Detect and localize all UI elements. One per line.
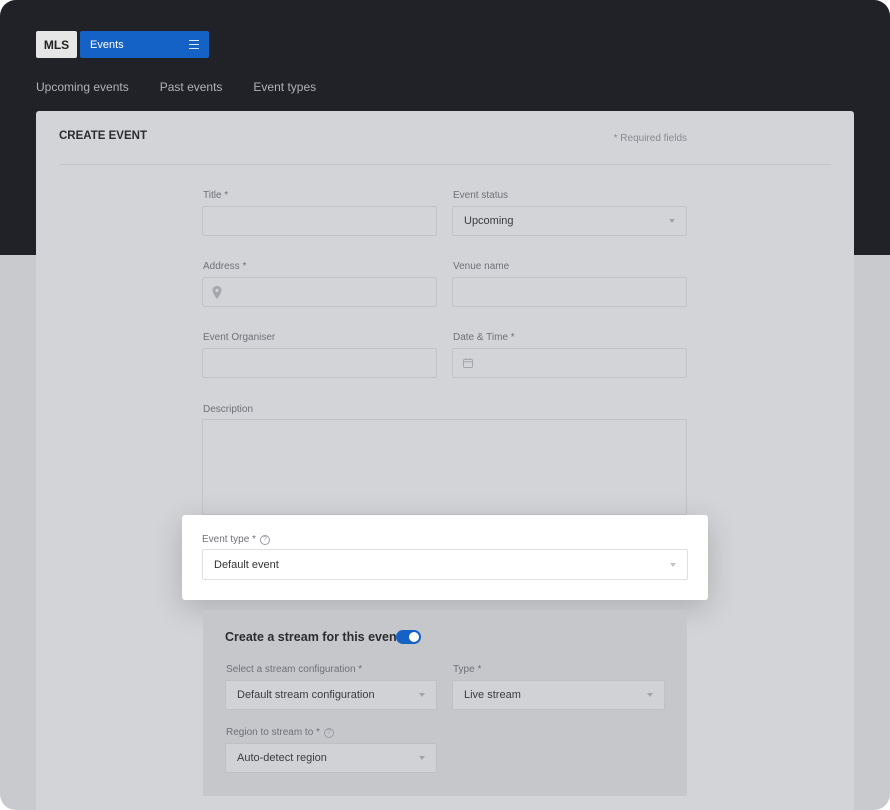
stream-toggle[interactable]: [396, 630, 421, 644]
event-type-select[interactable]: Default event: [202, 549, 688, 580]
stream-type-value: Live stream: [464, 689, 521, 701]
stream-config-select[interactable]: Default stream configuration: [225, 680, 437, 710]
stream-type-select[interactable]: Live stream: [452, 680, 665, 710]
event-status-label: Event status: [453, 190, 509, 201]
event-type-label-row: Event type * ?: [202, 534, 270, 545]
region-value: Auto-detect region: [237, 752, 327, 764]
address-input[interactable]: [202, 277, 437, 307]
help-circle-icon[interactable]: ?: [259, 534, 270, 545]
stream-config-label: Select a stream configuration *: [226, 664, 363, 675]
date-time-label: Date & Time *: [453, 332, 515, 343]
required-fields-note: * Required fields: [613, 133, 687, 144]
event-type-label: Event type *: [202, 534, 256, 545]
page-title: CREATE EVENT: [59, 130, 147, 142]
event-nav: Upcoming events Past events Event types: [36, 80, 316, 94]
title-input[interactable]: [202, 206, 437, 236]
event-status-select[interactable]: Upcoming: [452, 206, 687, 236]
chevron-down-icon: [419, 756, 425, 760]
organiser-input[interactable]: [202, 348, 437, 378]
description-textarea[interactable]: [202, 419, 687, 515]
description-label: Description: [203, 404, 254, 415]
region-select[interactable]: Auto-detect region: [225, 743, 437, 773]
events-section-button[interactable]: Events: [80, 31, 209, 58]
app-frame: MLS Events Upcoming events Past events E…: [0, 0, 890, 810]
title-label: Title *: [203, 190, 229, 201]
organiser-label: Event Organiser: [203, 332, 276, 343]
stream-type-label: Type *: [453, 664, 482, 675]
region-label: Region to stream to *: [226, 727, 320, 738]
divider: [59, 164, 831, 165]
map-pin-icon: [212, 286, 222, 299]
calendar-icon: [463, 358, 473, 368]
event-type-highlight: Event type * ? Default event: [182, 515, 708, 600]
help-circle-icon[interactable]: ?: [323, 727, 334, 738]
chevron-down-icon: [670, 563, 676, 567]
nav-event-types[interactable]: Event types: [253, 80, 316, 94]
event-status-value: Upcoming: [464, 215, 514, 227]
stream-config-value: Default stream configuration: [237, 689, 375, 701]
nav-upcoming-events[interactable]: Upcoming events: [36, 80, 129, 94]
event-type-value: Default event: [214, 559, 279, 571]
date-time-input[interactable]: [452, 348, 687, 378]
stream-title: Create a stream for this event: [225, 630, 401, 644]
stream-panel: Create a stream for this event Select a …: [203, 610, 687, 796]
hamburger-icon[interactable]: [189, 40, 199, 49]
section-label: Events: [90, 38, 124, 51]
chevron-down-icon: [669, 219, 675, 223]
chevron-down-icon: [419, 693, 425, 697]
address-label: Address *: [203, 261, 247, 272]
chevron-down-icon: [647, 693, 653, 697]
toggle-knob: [409, 632, 419, 642]
region-label-row: Region to stream to * ?: [226, 727, 334, 738]
logo-button[interactable]: MLS: [36, 31, 77, 58]
venue-name-label: Venue name: [453, 261, 510, 272]
venue-name-input[interactable]: [452, 277, 687, 307]
nav-past-events[interactable]: Past events: [160, 80, 223, 94]
